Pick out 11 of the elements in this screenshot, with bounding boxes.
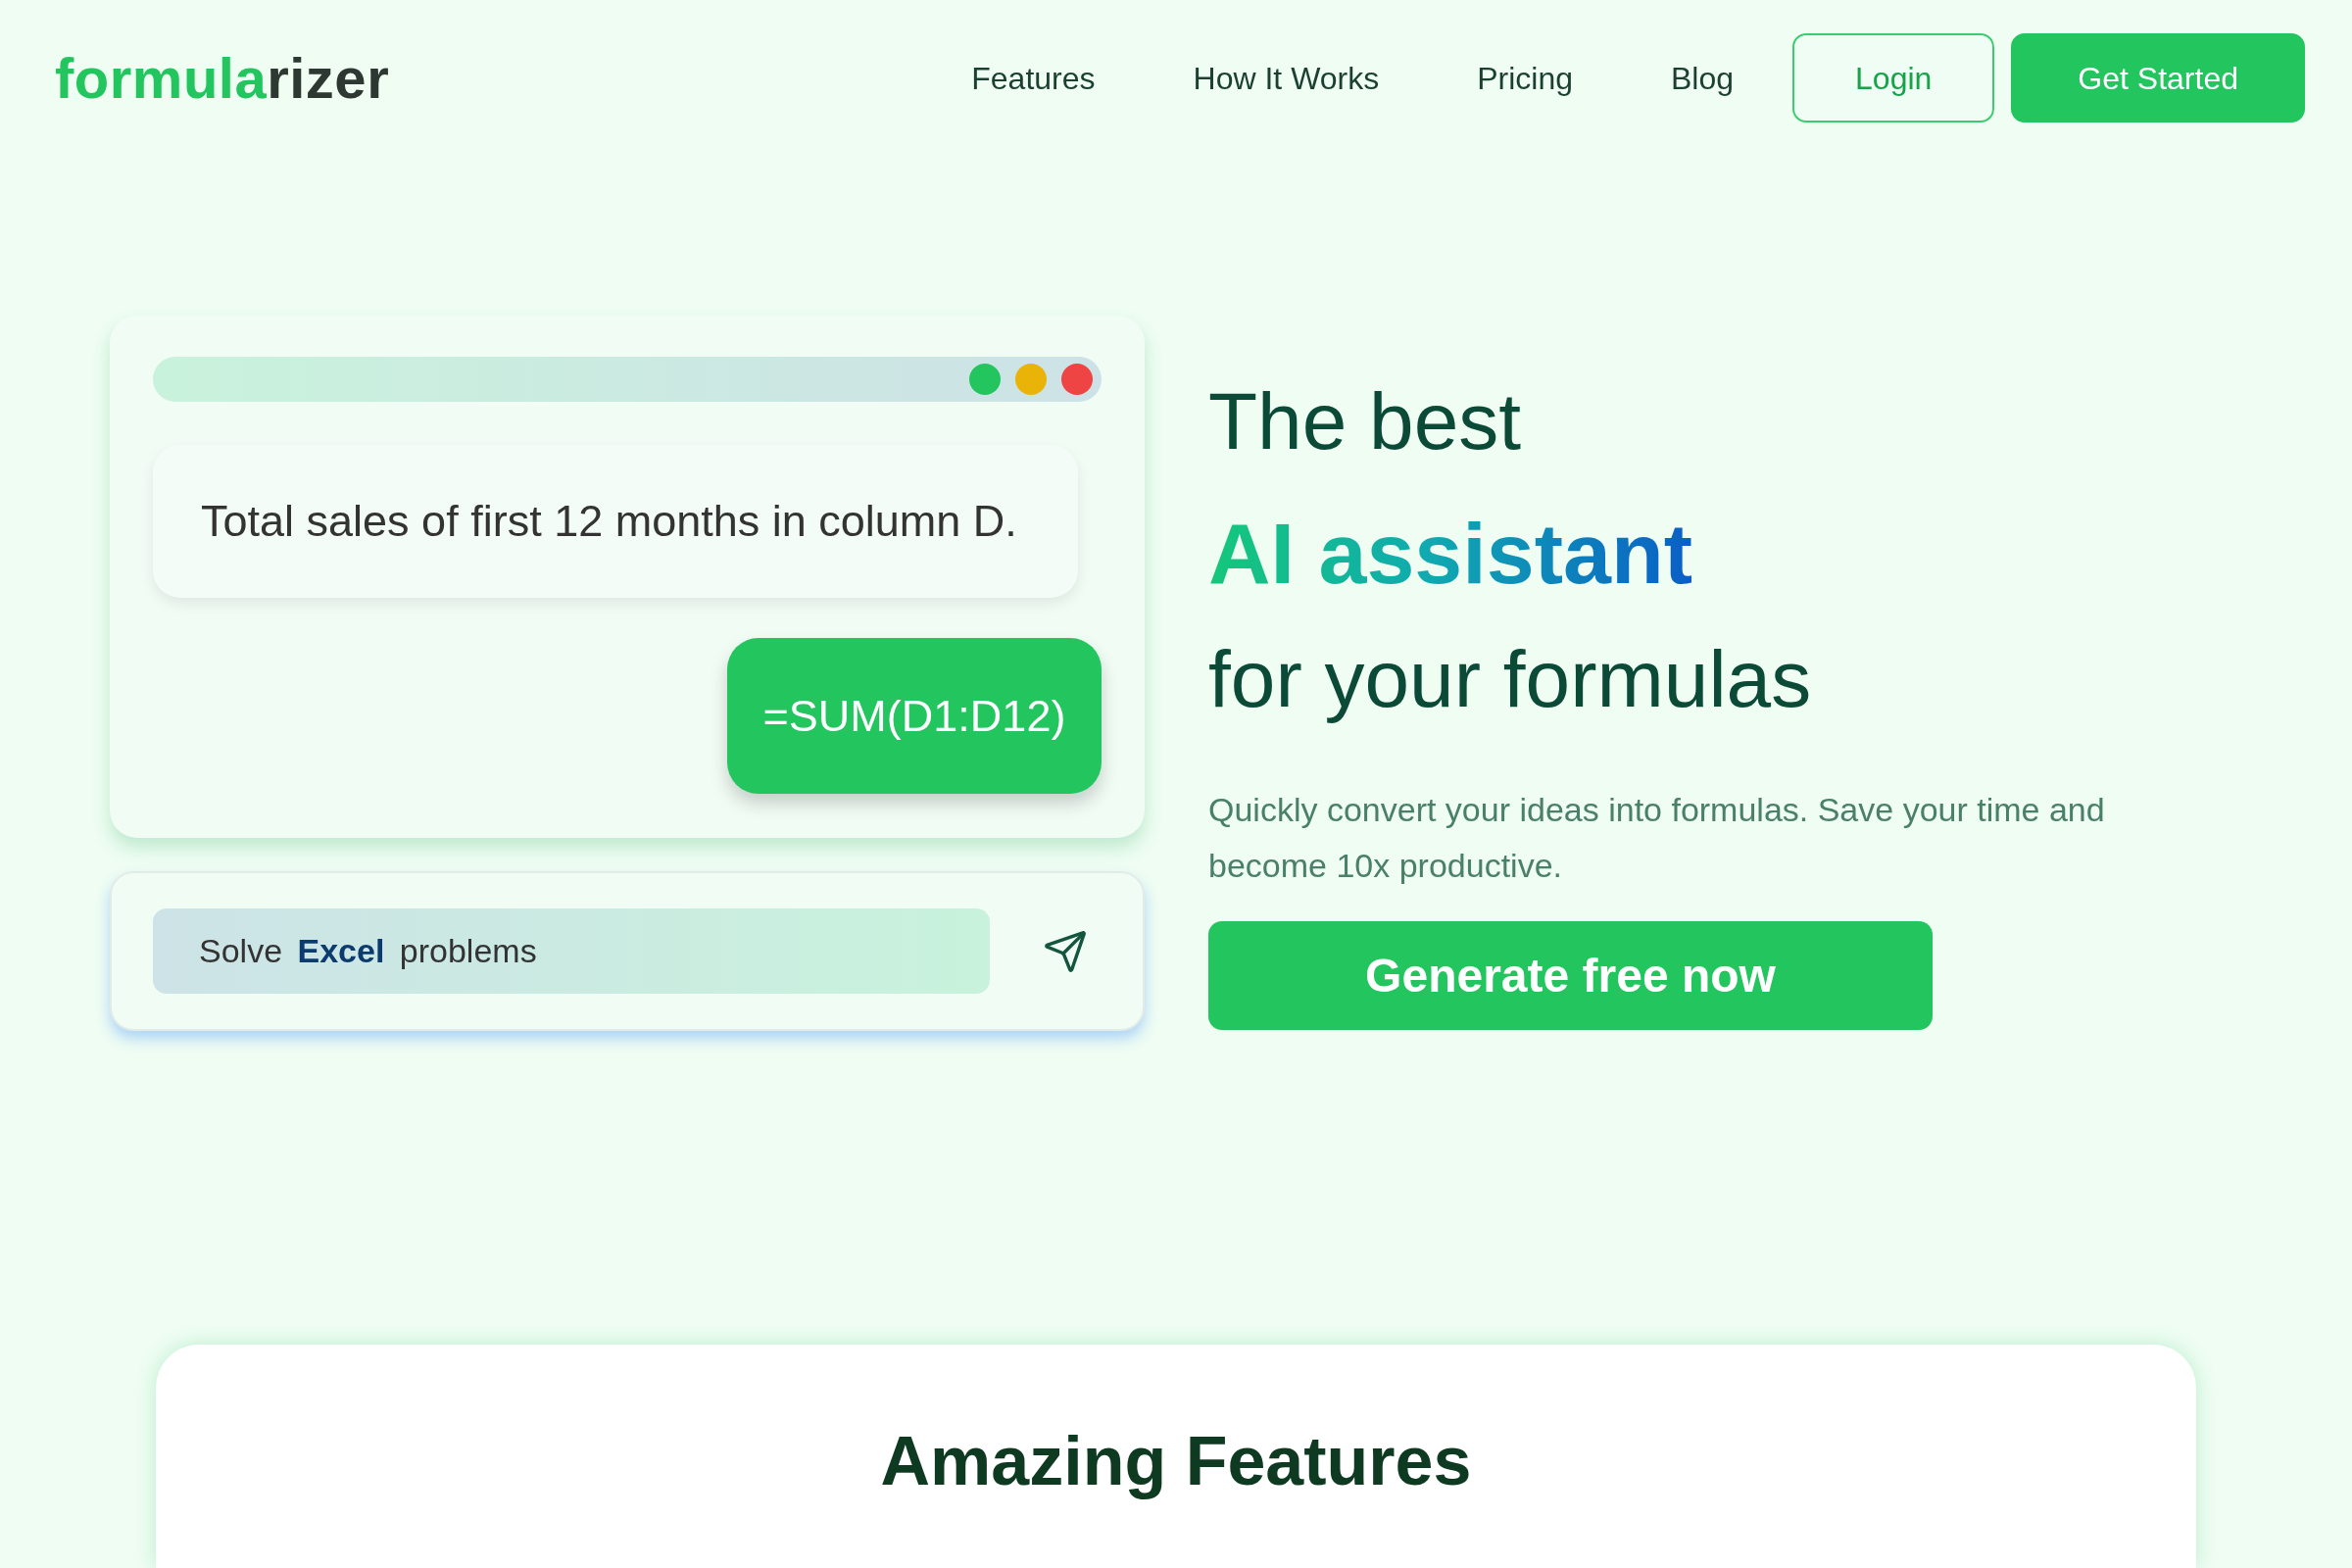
nav-link[interactable]: Pricing: [1477, 54, 1573, 102]
nav-link[interactable]: How It Works: [1193, 54, 1380, 102]
prompt-message: Total sales of first 12 months in column D.: [153, 445, 1078, 598]
logo[interactable]: formularizer: [55, 49, 390, 107]
send-icon[interactable]: [1043, 928, 1088, 974]
headline-text: The best: [1208, 381, 1523, 462]
formula-result: =SUM(D1:D12): [727, 638, 1102, 794]
nav-link[interactable]: Features: [971, 54, 1096, 102]
input-field[interactable]: Solve Excel problems: [153, 908, 990, 994]
nav-link[interactable]: Blog: [1671, 54, 1735, 102]
hero-description: Quickly convert your ideas into formulas. Save your time and become 10x productive.: [1208, 790, 2106, 886]
